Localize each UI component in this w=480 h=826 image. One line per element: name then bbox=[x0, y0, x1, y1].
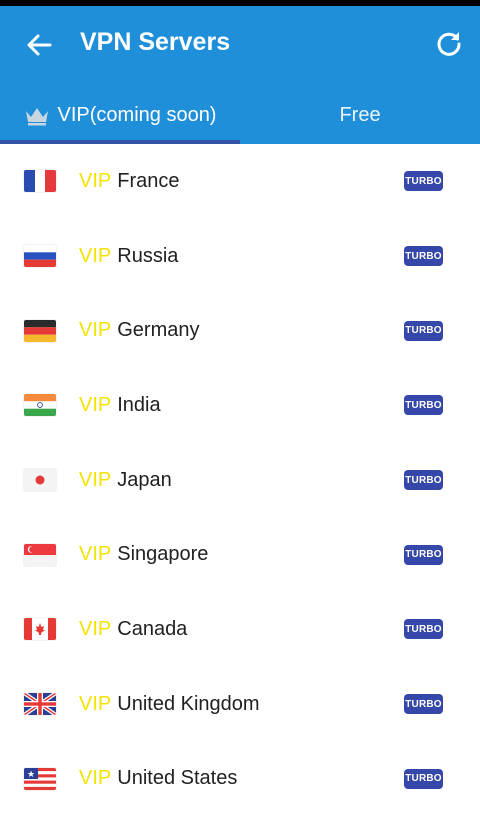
country-name: United States bbox=[117, 767, 238, 790]
russia-flag-icon bbox=[24, 245, 56, 268]
vip-label: VIP bbox=[79, 468, 112, 491]
country-name: India bbox=[117, 393, 161, 416]
germany-flag-icon bbox=[24, 319, 56, 342]
server-name: VIP Germany bbox=[79, 319, 200, 342]
server-name: VIP France bbox=[79, 170, 180, 193]
vip-label: VIP bbox=[79, 767, 112, 790]
server-name: VIP Japan bbox=[79, 469, 172, 492]
country-name: United Kingdom bbox=[117, 692, 260, 715]
app-bar: VPN Servers VIP(coming soon) Free bbox=[0, 6, 480, 144]
vip-label: VIP bbox=[79, 169, 112, 192]
arrow-left-icon[interactable] bbox=[24, 30, 54, 60]
server-row-germany[interactable]: VIP Germany TURBO bbox=[0, 293, 480, 368]
singapore-flag-icon bbox=[24, 543, 56, 566]
uk-flag-icon bbox=[24, 693, 56, 716]
vip-label: VIP bbox=[79, 319, 112, 342]
tab-free-label: Free bbox=[339, 103, 381, 126]
svg-text:★: ★ bbox=[27, 770, 35, 780]
vip-label: VIP bbox=[79, 692, 112, 715]
turbo-badge: TURBO bbox=[404, 320, 443, 341]
country-name: Russia bbox=[117, 244, 179, 267]
server-name: VIP United Kingdom bbox=[79, 693, 260, 716]
turbo-badge: TURBO bbox=[404, 171, 443, 192]
server-row-india[interactable]: VIP India TURBO bbox=[0, 368, 480, 443]
country-name: France bbox=[117, 169, 180, 192]
france-flag-icon bbox=[24, 170, 56, 193]
server-row-japan[interactable]: VIP Japan TURBO bbox=[0, 443, 480, 518]
turbo-badge: TURBO bbox=[404, 544, 443, 565]
server-list: VIP France TURBO VIP Russia TURBO VIP Germa… bbox=[0, 144, 480, 816]
server-name: VIP India bbox=[79, 394, 161, 417]
japan-flag-icon bbox=[24, 469, 56, 492]
page-title: VPN Servers bbox=[80, 28, 231, 56]
us-flag-icon: ★ bbox=[24, 767, 56, 790]
turbo-badge: TURBO bbox=[404, 694, 443, 715]
server-row-united-states[interactable]: ★ VIP United States TURBO bbox=[0, 742, 480, 817]
turbo-badge: TURBO bbox=[404, 768, 443, 789]
server-name: VIP Singapore bbox=[79, 543, 208, 566]
crown-icon bbox=[24, 104, 50, 126]
server-row-singapore[interactable]: VIP Singapore TURBO bbox=[0, 517, 480, 592]
turbo-badge: TURBO bbox=[404, 619, 443, 640]
server-row-france[interactable]: VIP France TURBO bbox=[0, 144, 480, 219]
india-flag-icon bbox=[24, 394, 56, 417]
canada-flag-icon bbox=[24, 618, 56, 641]
vip-label: VIP bbox=[79, 543, 112, 566]
country-name: Germany bbox=[117, 319, 200, 342]
country-name: Canada bbox=[117, 617, 188, 640]
server-name: VIP Russia bbox=[79, 245, 178, 268]
turbo-badge: TURBO bbox=[404, 246, 443, 267]
server-name: VIP United States bbox=[79, 767, 237, 790]
vip-label: VIP bbox=[79, 393, 112, 416]
vip-label: VIP bbox=[79, 244, 112, 267]
tab-vip-label: VIP(coming soon) bbox=[57, 103, 217, 126]
tab-free[interactable]: Free bbox=[240, 86, 480, 144]
refresh-icon[interactable] bbox=[434, 28, 464, 58]
server-name: VIP Canada bbox=[79, 618, 187, 641]
turbo-badge: TURBO bbox=[404, 470, 443, 491]
tab-vip[interactable]: VIP(coming soon) bbox=[0, 86, 240, 144]
country-name: Japan bbox=[117, 468, 172, 491]
server-row-russia[interactable]: VIP Russia TURBO bbox=[0, 219, 480, 294]
server-row-united-kingdom[interactable]: VIP United Kingdom TURBO bbox=[0, 667, 480, 742]
country-name: Singapore bbox=[117, 543, 209, 566]
server-row-canada[interactable]: VIP Canada TURBO bbox=[0, 592, 480, 667]
vip-label: VIP bbox=[79, 617, 112, 640]
turbo-badge: TURBO bbox=[404, 395, 443, 416]
